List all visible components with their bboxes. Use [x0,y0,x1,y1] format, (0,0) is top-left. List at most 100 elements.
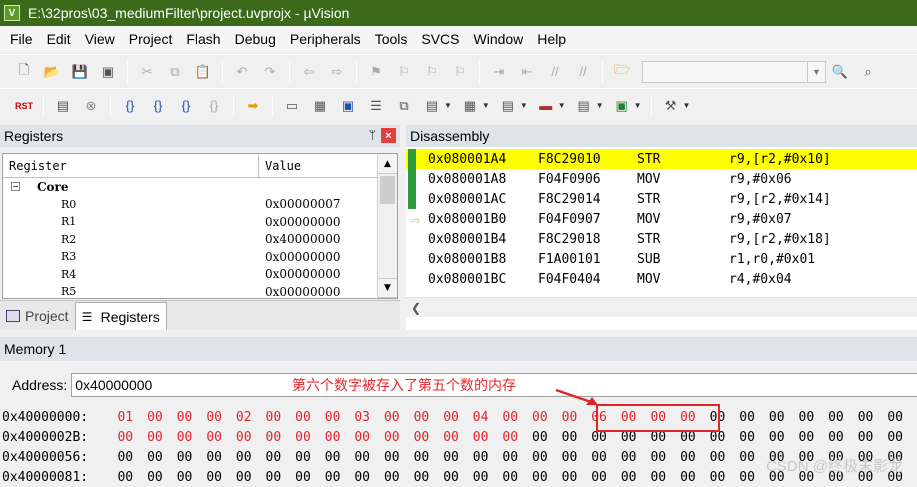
next-bookmark-icon[interactable]: ⚐ [421,61,443,83]
call-stack-icon[interactable]: ⧉ [393,95,415,117]
memory-byte[interactable]: 00 [325,450,355,465]
memory-byte[interactable]: 00 [502,410,532,425]
memory-byte[interactable]: 00 [266,470,296,485]
registers-window-icon[interactable]: ☰ [365,95,387,117]
memory-byte[interactable]: 00 [502,450,532,465]
pin-icon[interactable]: ᛘ [369,128,376,142]
nav-forward-icon[interactable]: ⇨ [326,61,348,83]
memory-byte[interactable]: 00 [266,430,296,445]
memory-byte[interactable]: 00 [532,410,562,425]
collapse-icon[interactable]: − [11,182,20,191]
memory-byte[interactable]: 00 [384,470,414,485]
memory-byte[interactable]: 01 [117,410,147,425]
scroll-down-icon[interactable]: ▼ [378,278,397,298]
register-value[interactable]: 0x00000000 [265,215,340,229]
memory-byte[interactable]: 00 [384,430,414,445]
memory-byte[interactable]: 00 [562,410,592,425]
memory-byte[interactable]: 00 [414,430,444,445]
memory-byte[interactable]: 00 [769,410,799,425]
memory-byte[interactable]: 00 [206,410,236,425]
memory-byte[interactable]: 00 [354,430,384,445]
column-register[interactable]: Register [3,154,259,177]
analysis-window-icon[interactable]: ▬ [535,95,557,117]
memory-byte[interactable]: 00 [887,430,917,445]
memory-byte[interactable]: 00 [384,450,414,465]
table-row[interactable]: R3 0x00000000 [3,248,397,266]
memory-byte[interactable]: 00 [295,430,325,445]
memory-byte[interactable]: 02 [236,410,266,425]
indent-icon[interactable]: ⇥ [488,61,510,83]
close-icon[interactable]: × [381,128,396,143]
chevron-down-icon[interactable]: ▼ [807,61,825,82]
memory-byte[interactable]: 00 [562,450,592,465]
memory-byte[interactable]: 00 [414,470,444,485]
memory-byte[interactable]: 00 [325,470,355,485]
register-value[interactable]: 0x00000007 [265,197,340,211]
memory-byte[interactable]: 00 [354,450,384,465]
memory-byte[interactable]: 00 [562,470,592,485]
memory-byte[interactable]: 00 [680,450,710,465]
memory-byte[interactable]: 00 [799,410,829,425]
find-icon[interactable]: 🔍 [829,61,851,83]
memory-byte[interactable]: 00 [473,470,503,485]
command-window-icon[interactable]: ▭ [281,95,303,117]
memory-byte[interactable]: 00 [177,470,207,485]
table-row[interactable]: R4 0x00000000 [3,266,397,284]
memory-byte[interactable]: 00 [473,450,503,465]
system-viewer-icon[interactable]: ▣ [611,95,633,117]
memory-window-icon[interactable]: ▦ [459,95,481,117]
unindent-icon[interactable]: ⇤ [516,61,538,83]
memory-byte[interactable]: 00 [325,430,355,445]
chevron-down-icon[interactable]: ▼ [634,101,642,110]
prev-bookmark-icon[interactable]: ⚐ [393,61,415,83]
memory-byte[interactable]: 00 [414,450,444,465]
disassembly-row[interactable]: 0x080001A4 F8C29010 STR r9,[r2,#0x10] [406,149,917,169]
disassembly-hscrollbar[interactable]: ❮ [406,297,917,317]
disassembly-row[interactable]: 0x080001B8 F1A00101 SUB r1,r0,#0x01 [406,249,917,269]
table-row[interactable]: R2 0x40000000 [3,231,397,249]
undo-icon[interactable]: ↶ [231,61,253,83]
memory-byte[interactable]: 00 [799,430,829,445]
bookmark-icon[interactable]: ⚑ [365,61,387,83]
memory-byte[interactable]: 00 [177,430,207,445]
menu-view[interactable]: View [78,26,122,52]
register-value[interactable]: 0x00000000 [265,285,340,298]
comment-icon[interactable]: // [544,61,566,83]
memory-byte[interactable]: 00 [117,470,147,485]
memory-byte[interactable]: 00 [828,430,858,445]
open-folder-icon[interactable]: 📂 [41,61,63,83]
memory-byte[interactable]: 00 [887,410,917,425]
copy-icon[interactable]: ⧉ [164,61,186,83]
menu-svcs[interactable]: SVCS [414,26,466,52]
step-into-icon[interactable]: {} [119,95,141,117]
run-icon[interactable]: ▤ [52,95,74,117]
memory-byte[interactable]: 00 [650,450,680,465]
disassembly-row[interactable]: 0x080001A8 F04F0906 MOV r9,#0x06 [406,169,917,189]
memory-byte[interactable]: 00 [621,450,651,465]
memory-byte[interactable]: 00 [532,450,562,465]
menu-edit[interactable]: Edit [40,26,78,52]
memory-row[interactable]: 0x4000002B: 00 00 00 00 00 00 00 00 00 00 00 00 00 00 0… [0,427,917,447]
find-combo[interactable]: ▼ [642,60,826,83]
memory-byte[interactable]: 00 [266,410,296,425]
menu-file[interactable]: File [3,26,40,52]
memory-byte[interactable]: 00 [443,450,473,465]
memory-byte[interactable]: 00 [502,470,532,485]
disassembly-row[interactable]: ⇨ 0x080001B0 F04F0907 MOV r9,#0x07 [406,209,917,229]
memory-byte[interactable]: 00 [295,410,325,425]
table-row[interactable]: R5 0x00000000 [3,283,397,298]
table-row[interactable]: R1 0x00000000 [3,213,397,231]
disassembly-row[interactable]: 0x080001B4 F8C29018 STR r9,[r2,#0x18] [406,229,917,249]
memory-byte[interactable]: 00 [354,470,384,485]
chevron-down-icon[interactable]: ▼ [482,101,490,110]
memory-byte[interactable]: 00 [769,430,799,445]
table-row[interactable]: R0 0x00000007 [3,196,397,214]
memory-byte[interactable]: 00 [591,470,621,485]
memory-byte[interactable]: 00 [236,430,266,445]
find-in-files-icon[interactable]: 🗁 [611,61,633,83]
disassembly-row[interactable]: 0x080001AC F8C29014 STR r9,[r2,#0x14] [406,189,917,209]
memory-byte[interactable]: 00 [443,410,473,425]
disassembly-row[interactable]: 0x080001BC F04F0404 MOV r4,#0x04 [406,269,917,289]
save-all-icon[interactable]: ▣ [97,61,119,83]
symbols-window-icon[interactable]: ▣ [337,95,359,117]
